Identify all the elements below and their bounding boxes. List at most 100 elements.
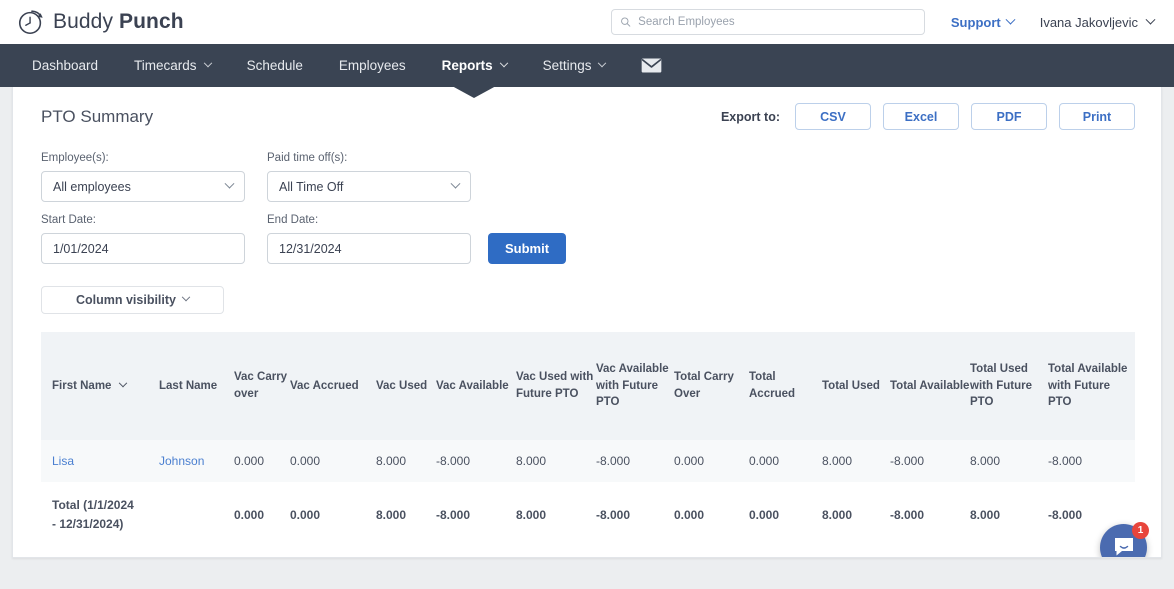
cell-vac-used: 8.000: [376, 440, 436, 482]
chat-notification-badge: 1: [1132, 522, 1149, 539]
th-vac-available-future-pto[interactable]: Vac Available with Future PTO: [596, 332, 674, 440]
cell-total-vac-available-future-pto: -8.000: [596, 482, 674, 549]
cell-total-vac-used: 8.000: [376, 482, 436, 549]
cell-vac-accrued: 0.000: [290, 440, 376, 482]
support-menu[interactable]: Support: [950, 14, 1016, 30]
user-menu[interactable]: Ivana Jakovljevic: [1040, 14, 1158, 30]
page-body: PTO Summary Export to: CSV Excel PDF Pri…: [0, 87, 1174, 589]
cell-vac-carry-over: 0.000: [234, 440, 290, 482]
brand-name-light: Buddy: [53, 10, 114, 33]
end-date-box[interactable]: [267, 233, 471, 264]
chevron-down-icon: [203, 58, 212, 67]
start-date-input[interactable]: [53, 241, 233, 256]
table-total-row: Total (1/1/2024 - 12/31/2024) 0.000 0.00…: [41, 482, 1135, 549]
employee-select[interactable]: All employees: [41, 171, 245, 202]
employee-select-value: All employees: [53, 179, 131, 194]
start-date-group: Start Date:: [41, 214, 245, 264]
th-total-accrued[interactable]: Total Accrued: [749, 332, 822, 440]
nav-label: Timecards: [134, 58, 197, 73]
nav-item-messages[interactable]: [623, 44, 680, 87]
report-card: PTO Summary Export to: CSV Excel PDF Pri…: [12, 87, 1162, 558]
cell-total-available: -8.000: [890, 440, 970, 482]
table-head: First Name Last Name Vac Carry over Vac …: [41, 332, 1135, 440]
pto-select-value: All Time Off: [279, 179, 344, 194]
export-toolbar: Export to: CSV Excel PDF Print: [721, 103, 1135, 130]
chat-widget-button[interactable]: 1: [1100, 522, 1149, 557]
employee-filter-label: Employee(s):: [41, 152, 109, 164]
submit-button[interactable]: Submit: [488, 233, 567, 264]
print-button[interactable]: Print: [1059, 103, 1135, 130]
cell-total-carry-over: 0.000: [674, 440, 749, 482]
search-box[interactable]: [610, 9, 925, 35]
pto-filter-group: Paid time off(s): All Time Off: [267, 152, 471, 202]
clock-icon: [18, 10, 43, 35]
cell-total-accrued-total: 0.000: [749, 482, 822, 549]
th-first-name[interactable]: First Name: [41, 332, 159, 440]
chevron-down-icon: [1145, 14, 1156, 25]
page-title: PTO Summary: [41, 106, 154, 126]
table-header-row: First Name Last Name Vac Carry over Vac …: [41, 332, 1135, 440]
table-body: Lisa Johnson 0.000 0.000 8.000 -8.000 8.…: [41, 440, 1135, 549]
export-label: Export to:: [720, 109, 780, 124]
th-total-available[interactable]: Total Available: [890, 332, 970, 440]
th-vac-available[interactable]: Vac Available: [436, 332, 516, 440]
cell-last-name[interactable]: Johnson: [159, 440, 234, 482]
start-date-box[interactable]: [41, 233, 245, 264]
nav-item-settings[interactable]: Settings: [525, 44, 624, 87]
cell-first-name[interactable]: Lisa: [41, 440, 159, 482]
nav-item-employees[interactable]: Employees: [321, 44, 424, 87]
active-tab-indicator: [452, 86, 497, 98]
brand-name: Buddy Punch: [53, 10, 184, 34]
nav-item-dashboard[interactable]: Dashboard: [14, 44, 116, 87]
th-label: First Name: [52, 379, 112, 392]
th-vac-accrued[interactable]: Vac Accrued: [290, 332, 376, 440]
top-bar-right: Support Ivana Jakovljevic: [610, 9, 1158, 35]
support-label: Support: [950, 14, 1001, 30]
cell-total-used: 8.000: [822, 440, 890, 482]
th-last-name[interactable]: Last Name: [159, 332, 234, 440]
search-icon: [620, 17, 631, 27]
start-date-label: Start Date:: [41, 214, 96, 226]
cell-total-used-future-pto: 8.000: [970, 440, 1048, 482]
column-visibility-button[interactable]: Column visibility: [41, 286, 224, 314]
th-total-carry-over[interactable]: Total Carry Over: [674, 332, 749, 440]
th-vac-used-future-pto[interactable]: Vac Used with Future PTO: [516, 332, 596, 440]
pto-summary-table: First Name Last Name Vac Carry over Vac …: [41, 332, 1135, 549]
cell-total-carry-over-total: 0.000: [674, 482, 749, 549]
chevron-down-icon: [1005, 14, 1016, 25]
export-excel-button[interactable]: Excel: [883, 103, 959, 130]
th-total-available-future-pto[interactable]: Total Available with Future PTO: [1048, 332, 1135, 440]
main-navigation: Dashboard Timecards Schedule Employees R…: [0, 44, 1174, 98]
filter-form: Employee(s): All employees Paid time off…: [13, 130, 1161, 314]
top-bar: Buddy Punch Support Ivana Jakovljevic: [0, 0, 1174, 44]
cell-vac-used-future-pto: 8.000: [516, 440, 596, 482]
total-label-line2: - 12/31/2024): [52, 517, 124, 532]
chevron-down-icon: [598, 58, 607, 67]
export-pdf-button[interactable]: PDF: [971, 103, 1047, 130]
chevron-down-icon: [450, 178, 461, 189]
pto-filter-label: Paid time off(s):: [267, 152, 348, 164]
end-date-group: End Date:: [267, 214, 471, 264]
th-total-used[interactable]: Total Used: [822, 332, 890, 440]
cell-total-used-total: 8.000: [822, 482, 890, 549]
table-container: First Name Last Name Vac Carry over Vac …: [13, 314, 1161, 549]
chat-bubble-icon: [1114, 538, 1133, 556]
pto-select[interactable]: All Time Off: [267, 171, 471, 202]
chevron-down-icon: [224, 178, 235, 189]
nav-label: Settings: [542, 58, 592, 73]
brand-logo[interactable]: Buddy Punch: [16, 7, 184, 37]
nav-item-timecards[interactable]: Timecards: [116, 44, 229, 87]
filter-row-dates: Start Date: End Date: Submit: [41, 214, 1133, 264]
nav-item-reports[interactable]: Reports: [424, 44, 525, 98]
search-input[interactable]: [638, 16, 916, 28]
employee-filter-group: Employee(s): All employees: [41, 152, 245, 202]
export-csv-button[interactable]: CSV: [795, 103, 871, 130]
th-total-used-future-pto[interactable]: Total Used with Future PTO: [970, 332, 1048, 440]
nav-item-schedule[interactable]: Schedule: [229, 44, 321, 87]
th-vac-carry-over[interactable]: Vac Carry over: [234, 332, 290, 440]
nav-label: Dashboard: [32, 58, 99, 73]
chevron-down-icon: [181, 292, 191, 302]
end-date-input[interactable]: [279, 241, 459, 256]
column-visibility-label: Column visibility: [75, 293, 176, 307]
th-vac-used[interactable]: Vac Used: [376, 332, 436, 440]
